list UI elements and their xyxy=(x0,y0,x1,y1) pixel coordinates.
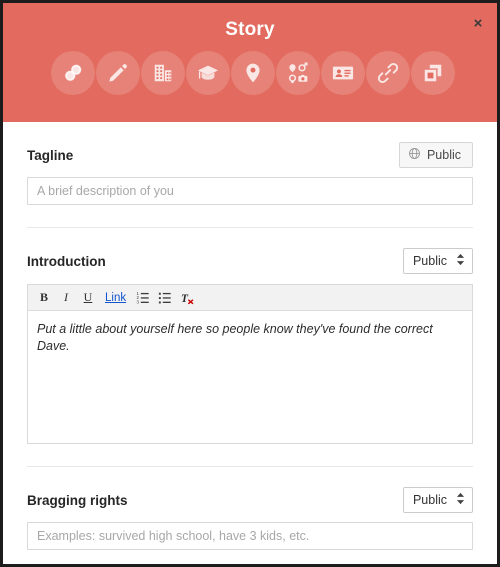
svg-text:T: T xyxy=(181,292,189,304)
svg-text:3: 3 xyxy=(137,299,140,304)
dialog-footer: Cancel Save xyxy=(3,550,497,564)
chevron-updown-icon xyxy=(456,492,465,508)
tagline-input[interactable] xyxy=(27,177,473,205)
introduction-privacy-value: Public xyxy=(412,254,447,268)
section-introduction: Introduction Public B I U Link 1 2 3 T P… xyxy=(27,228,473,467)
introduction-editor: B I U Link 1 2 3 T Put a little about yo… xyxy=(27,284,473,444)
nav-icon-apps[interactable] xyxy=(411,51,455,95)
bullet-list-icon[interactable] xyxy=(155,288,175,308)
nav-icon-story[interactable] xyxy=(96,51,140,95)
bragging-rights-label: Bragging rights xyxy=(27,492,128,508)
story-edit-dialog: Story × Tagline Public A brief descripti… xyxy=(0,0,500,567)
bragging-rights-privacy-select[interactable]: Public xyxy=(402,487,473,513)
clear-formatting-icon[interactable]: T xyxy=(177,288,198,308)
globe-icon xyxy=(408,147,421,163)
building-icon xyxy=(152,62,174,84)
graduation-cap-icon xyxy=(197,62,219,84)
tagline-privacy-value: Public xyxy=(426,148,461,162)
bragging-rights-privacy-value: Public xyxy=(412,493,447,507)
tagline-header-row: Tagline Public xyxy=(27,142,473,168)
nav-icon-work[interactable] xyxy=(141,51,185,95)
tagline-label: Tagline xyxy=(27,147,74,163)
bragging-rights-input[interactable] xyxy=(27,522,473,550)
nav-icon-contact-info[interactable] xyxy=(321,51,365,95)
introduction-textarea[interactable]: Put a little about yourself here so peop… xyxy=(28,311,472,443)
bragging-rights-header-row: Bragging rights Public xyxy=(27,487,473,513)
numbered-list-icon[interactable]: 1 2 3 xyxy=(133,288,153,308)
section-tagline: Tagline Public xyxy=(27,122,473,228)
nav-icon-links[interactable] xyxy=(366,51,410,95)
copy-apps-icon xyxy=(422,62,444,84)
chain-link-icon xyxy=(377,62,399,84)
profile-section-icon-row xyxy=(51,51,456,95)
introduction-privacy-select[interactable]: Public xyxy=(402,248,473,274)
pencil-icon xyxy=(107,62,129,84)
nav-icon-places[interactable] xyxy=(231,51,275,95)
underline-button[interactable]: U xyxy=(78,288,98,308)
page-title: Story xyxy=(225,19,275,40)
section-bragging-rights: Bragging rights Public xyxy=(27,467,473,550)
nav-icon-about[interactable] xyxy=(51,51,95,95)
contact-card-icon xyxy=(332,62,354,84)
location-pin-icon xyxy=(242,62,264,84)
dialog-header: Story × xyxy=(3,3,497,122)
bold-button[interactable]: B xyxy=(34,288,54,308)
nav-icon-education[interactable] xyxy=(186,51,230,95)
relationship-icon xyxy=(287,62,309,84)
nav-icon-relationship[interactable] xyxy=(276,51,320,95)
link-button[interactable]: Link xyxy=(100,288,131,308)
italic-button[interactable]: I xyxy=(56,288,76,308)
tagline-privacy-button[interactable]: Public xyxy=(398,142,473,168)
introduction-label: Introduction xyxy=(27,253,106,269)
editor-toolbar: B I U Link 1 2 3 T xyxy=(28,285,472,311)
about-rings-icon xyxy=(62,62,84,84)
dialog-body: Tagline Public A brief description of yo… xyxy=(3,122,497,550)
introduction-header-row: Introduction Public xyxy=(27,248,473,274)
close-icon[interactable]: × xyxy=(469,15,487,33)
chevron-updown-icon xyxy=(456,253,465,269)
